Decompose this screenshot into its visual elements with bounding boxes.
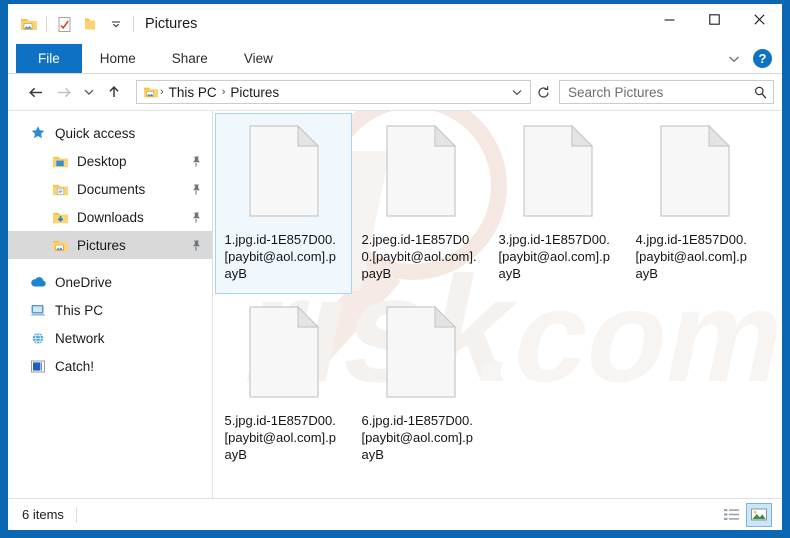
- pin-icon[interactable]: [190, 239, 202, 252]
- maximize-button[interactable]: [692, 4, 737, 34]
- file-name: 2.jpeg.id-1E857D00.[paybit@aol.com].payB: [361, 232, 477, 281]
- sidebar-item-network[interactable]: Network: [8, 324, 212, 352]
- new-folder-icon[interactable]: [77, 11, 103, 37]
- sidebar-label: Documents: [77, 181, 146, 197]
- sidebar-label: Quick access: [55, 125, 136, 141]
- explorer-body: Quick access Desktop Documents Downloads…: [8, 110, 782, 498]
- sidebar-label: Catch!: [55, 358, 95, 374]
- catch-app-icon: [28, 356, 48, 376]
- breadcrumb-item-this-pc[interactable]: This PC: [165, 85, 221, 100]
- file-item[interactable]: 2.jpeg.id-1E857D00.[paybit@aol.com].payB: [352, 113, 489, 294]
- this-pc-icon: [28, 300, 48, 320]
- tab-home[interactable]: Home: [82, 44, 154, 73]
- generic-file-icon: [247, 305, 321, 404]
- sidebar-label: Downloads: [77, 209, 144, 225]
- navigation-bar: › This PC › Pictures Search Pictures: [8, 74, 782, 110]
- pin-icon[interactable]: [190, 155, 202, 168]
- search-input[interactable]: Search Pictures: [559, 80, 774, 104]
- file-name: 3.jpg.id-1E857D00.[paybit@aol.com].payB: [498, 232, 610, 281]
- sidebar-item-documents[interactable]: Documents: [8, 175, 212, 203]
- pin-icon[interactable]: [190, 183, 202, 196]
- pin-icon[interactable]: [190, 211, 202, 224]
- onedrive-cloud-icon: [28, 272, 48, 292]
- customize-chevron-icon[interactable]: [103, 11, 129, 37]
- details-view-button[interactable]: [718, 503, 744, 527]
- sidebar-item-quick-access[interactable]: Quick access: [8, 119, 212, 147]
- sidebar-item-desktop[interactable]: Desktop: [8, 147, 212, 175]
- file-grid: 1.jpg.id-1E857D00.[paybit@aol.com].payB …: [213, 111, 782, 475]
- pictures-folder-icon[interactable]: [16, 11, 42, 37]
- up-arrow-icon[interactable]: [100, 78, 128, 106]
- generic-file-icon: [384, 305, 458, 404]
- ribbon-tab-bar: File Home Share View ?: [8, 44, 782, 74]
- generic-file-icon: [521, 124, 595, 223]
- sidebar-label: This PC: [55, 302, 104, 318]
- file-item[interactable]: 6.jpg.id-1E857D00.[paybit@aol.com].payB: [352, 294, 489, 475]
- documents-folder-icon: [50, 179, 70, 199]
- chevron-down-icon[interactable]: [721, 47, 747, 71]
- status-divider: [75, 506, 77, 523]
- ribbon-right-controls: ?: [721, 44, 776, 73]
- sidebar-item-this-pc[interactable]: This PC: [8, 296, 212, 324]
- file-item[interactable]: 1.jpg.id-1E857D00.[paybit@aol.com].payB: [215, 113, 352, 294]
- desktop-folder-icon: [50, 151, 70, 171]
- item-count-label: 6 items: [22, 507, 64, 522]
- view-toggle-group: [718, 502, 778, 527]
- window-controls: [647, 4, 782, 34]
- tab-view[interactable]: View: [226, 44, 291, 73]
- generic-file-icon: [658, 124, 732, 223]
- downloads-folder-icon: [50, 207, 70, 227]
- navigation-pane: Quick access Desktop Documents Downloads…: [8, 111, 213, 498]
- close-button[interactable]: [737, 4, 782, 34]
- address-bar[interactable]: › This PC › Pictures: [136, 80, 531, 104]
- file-name: 6.jpg.id-1E857D00.[paybit@aol.com].payB: [361, 413, 473, 462]
- search-placeholder: Search Pictures: [568, 84, 664, 100]
- sidebar-label: Desktop: [77, 153, 127, 169]
- sidebar-label: Pictures: [77, 237, 126, 253]
- large-icons-view-button[interactable]: [746, 502, 772, 527]
- file-item[interactable]: 3.jpg.id-1E857D00.[paybit@aol.com].payB: [489, 113, 626, 294]
- tab-share[interactable]: Share: [154, 44, 226, 73]
- status-bar: 6 items: [8, 498, 782, 530]
- search-icon[interactable]: [753, 85, 768, 100]
- qat-divider: [46, 16, 47, 32]
- generic-file-icon: [247, 124, 321, 223]
- sidebar-item-downloads[interactable]: Downloads: [8, 203, 212, 231]
- forward-arrow-icon: [50, 78, 78, 106]
- minimize-button[interactable]: [647, 4, 692, 34]
- explorer-window: Pictures File Home Share View ? › This P…: [8, 4, 782, 530]
- file-list-pane[interactable]: risk .com 1.jpg.id-1E857D00.[paybit@aol.…: [213, 111, 782, 498]
- address-dropdown-chevron-icon[interactable]: [508, 88, 526, 97]
- file-name: 5.jpg.id-1E857D00.[paybit@aol.com].payB: [224, 413, 336, 462]
- refresh-icon[interactable]: [531, 80, 555, 104]
- network-icon: [28, 328, 48, 348]
- star-icon: [28, 123, 48, 143]
- back-arrow-icon[interactable]: [22, 78, 50, 106]
- sidebar-label: Network: [55, 330, 105, 346]
- sidebar-label: OneDrive: [55, 274, 113, 290]
- sidebar-item-onedrive[interactable]: OneDrive: [8, 268, 212, 296]
- recent-locations-chevron-icon[interactable]: [78, 78, 100, 106]
- quick-access-toolbar: [8, 11, 138, 37]
- properties-icon[interactable]: [51, 11, 77, 37]
- qat-title-divider: [133, 16, 134, 32]
- file-name: 4.jpg.id-1E857D00.[paybit@aol.com].payB: [635, 232, 747, 281]
- pictures-folder-icon: [50, 235, 70, 255]
- generic-file-icon: [384, 124, 458, 223]
- breadcrumb-item-pictures[interactable]: Pictures: [226, 85, 283, 100]
- help-button[interactable]: ?: [753, 49, 772, 68]
- tab-file[interactable]: File: [16, 44, 82, 73]
- sidebar-item-catch[interactable]: Catch!: [8, 352, 212, 380]
- file-name: 1.jpg.id-1E857D00.[paybit@aol.com].payB: [224, 232, 336, 281]
- window-title: Pictures: [145, 16, 198, 32]
- sidebar-item-pictures[interactable]: Pictures: [8, 231, 212, 259]
- breadcrumb-folder-icon: [143, 85, 159, 99]
- file-item[interactable]: 4.jpg.id-1E857D00.[paybit@aol.com].payB: [626, 113, 763, 294]
- title-bar: Pictures: [8, 4, 782, 44]
- file-item[interactable]: 5.jpg.id-1E857D00.[paybit@aol.com].payB: [215, 294, 352, 475]
